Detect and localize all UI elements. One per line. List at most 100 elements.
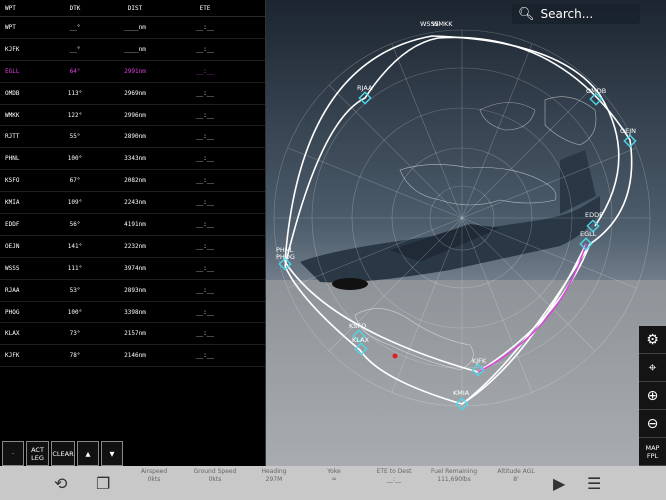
cell-dist: 3343nm (124, 155, 146, 163)
status-ground-speed-value: 0kts (208, 476, 222, 483)
cell-ete: __:__ (195, 352, 215, 360)
status-altitude-value: 8' (513, 476, 519, 483)
cell-dtk: 141° (67, 242, 83, 250)
flight-plan-panel: WPT DTK DIST ETE WPT __° ____nm __:__ KJFK __… (0, 0, 266, 466)
autopilot-icon[interactable]: ⟲ (54, 474, 67, 493)
menu-icon[interactable]: ☰ (587, 474, 601, 493)
flight-plan-row[interactable]: KJFK 78° 2146nm __:__ (0, 345, 265, 368)
status-airspeed-value: 0kts (147, 476, 161, 483)
flight-plan-row[interactable]: KSFO 67° 2082nm __:__ (0, 170, 265, 193)
cell-wpt: WMKK (5, 111, 20, 119)
dot-button[interactable]: · (2, 441, 24, 466)
map-fpl-button[interactable]: MAP FPL (639, 438, 666, 466)
map-label-omdb: OMDB (586, 87, 607, 95)
status-fuel-value: 111,690lbs (437, 476, 471, 483)
cell-dtk: 53° (69, 286, 81, 294)
cell-ete: __:__ (195, 242, 215, 250)
cell-wpt: KMIA (5, 199, 20, 207)
flight-plan-rows: WPT __° ____nm __:__ KJFK __° ____nm __:__ EGLL 6… (0, 17, 265, 368)
cell-ete: __:__ (195, 177, 215, 185)
status-yoke: Yoke ♒ (300, 468, 368, 484)
cell-ete: __:__ (195, 45, 215, 53)
status-ground-speed-label: Ground Speed (193, 468, 237, 475)
status-yoke-label: Yoke (327, 468, 341, 475)
cell-wpt: OMDB (5, 89, 20, 97)
cell-dtk: 73° (69, 330, 81, 338)
cell-dist: 2157nm (124, 330, 146, 338)
cell-wpt: EDDF (5, 220, 20, 228)
cell-wpt: KJFK (5, 45, 20, 53)
cell-dist: 2996nm (124, 111, 146, 119)
status-altitude: Altitude AGL 8' (482, 468, 550, 484)
move-down-button[interactable]: ▼ (101, 441, 123, 466)
zoom-out-button[interactable]: ⊖ (639, 410, 666, 438)
status-ground-speed: Ground Speed 0kts (181, 468, 249, 484)
flight-plan-row[interactable]: RJTT 55° 2890nm __:__ (0, 126, 265, 149)
cell-ete: __:__ (195, 199, 215, 207)
cell-wpt: PHNL (5, 155, 20, 163)
cell-dist: 2969nm (124, 89, 146, 97)
search-input[interactable]: Search... (541, 7, 594, 21)
move-up-button[interactable]: ▲ (77, 441, 99, 466)
gear-icon: ⚙ (646, 331, 659, 348)
map-label-oejn: OEJN (620, 127, 637, 135)
status-ete-label: ETE to Dest (376, 468, 412, 475)
search-bar[interactable]: 🔍︎ Search... (512, 4, 640, 24)
cell-dtk: 56° (69, 220, 81, 228)
flight-plan-row[interactable]: KMIA 109° 2243nm __:__ (0, 192, 265, 215)
cell-dtk: 109° (67, 199, 83, 207)
flight-plan-row[interactable]: KLAX 73° 2157nm __:__ (0, 323, 265, 346)
cell-dist: 2232nm (124, 242, 146, 250)
column-header-dist: DIST (127, 4, 143, 12)
camera-icon[interactable]: ▶ (553, 474, 565, 493)
cell-wpt: RJAA (5, 286, 20, 294)
flight-plan-row[interactable]: OEJN 141° 2232nm __:__ (0, 236, 265, 258)
cell-dist: 2243nm (124, 199, 146, 207)
clear-button[interactable]: CLEAR (51, 441, 75, 466)
cell-ete: __:__ (195, 264, 215, 272)
cell-dtk: 64° (69, 67, 81, 75)
flight-plan-row[interactable]: WMKK 122° 2996nm __:__ (0, 105, 265, 127)
flight-plan-row[interactable]: RJAA 53° 2893nm __:__ (0, 280, 265, 302)
cell-dist: 3398nm (124, 308, 146, 316)
act-leg-button[interactable]: ACT LEG (26, 441, 49, 466)
settings-gear-button[interactable]: ⚙ (639, 326, 666, 354)
flight-plan-row[interactable]: PHNL 100° 3343nm __:__ (0, 148, 265, 171)
cell-wpt: RJTT (5, 133, 20, 141)
flight-plan-row[interactable]: KJFK __° ____nm __:__ (0, 39, 265, 61)
zoom-in-button[interactable]: ⊕ (639, 382, 666, 410)
cell-dist: 4191nm (124, 220, 146, 228)
flight-plan-row[interactable]: WSSS 111° 3974nm __:__ (0, 258, 265, 280)
center-button[interactable]: ⌖ (639, 354, 666, 382)
cell-ete: __:__ (195, 133, 215, 141)
cell-wpt: OEJN (5, 242, 20, 250)
cell-dtk: __° (69, 23, 81, 31)
flight-plan-row[interactable]: PHOG 100° 3398nm __:__ (0, 302, 265, 324)
aircraft-position (392, 353, 398, 359)
cell-dtk: 78° (69, 352, 81, 360)
flight-plan-row[interactable]: OMDB 113° 2969nm __:__ (0, 83, 265, 105)
cell-dtk: 100° (67, 308, 83, 316)
cell-wpt: EGLL (5, 67, 20, 75)
status-fuel: Fuel Remaining 111,690lbs (420, 468, 488, 484)
cell-wpt: WPT (5, 23, 16, 31)
cell-dist: 2893nm (124, 286, 146, 294)
map-label-kmia: KMIA (453, 389, 470, 397)
map-label-kjfk: KJFK (472, 357, 487, 365)
column-header-ete: ETE (199, 4, 211, 12)
status-ete: ETE to Dest __:__ (360, 468, 428, 484)
flight-plan-row[interactable]: EGLL 64° 2991nm __:__ (0, 61, 265, 83)
status-altitude-label: Altitude AGL (497, 468, 535, 475)
bottom-status-bar: ⟲ ❐ Airspeed 0kts Ground Speed 0kts Head… (0, 466, 666, 500)
map-label-egll: EGLL (580, 230, 597, 238)
map-label-eddf: EDDF (585, 211, 603, 219)
cell-wpt: PHOG (5, 308, 20, 316)
crosshair-icon: ⌖ (648, 359, 657, 376)
copy-icon[interactable]: ❐ (96, 474, 110, 493)
map-label-rjaa: RJAA (357, 84, 373, 92)
flight-plan-row[interactable]: EDDF 56° 4191nm __:__ (0, 214, 265, 236)
cell-wpt: WSSS (5, 264, 20, 272)
flight-plan-row[interactable]: WPT __° ____nm __:__ (0, 17, 265, 39)
cell-ete: __:__ (195, 155, 215, 163)
cell-wpt: KLAX (5, 330, 20, 338)
